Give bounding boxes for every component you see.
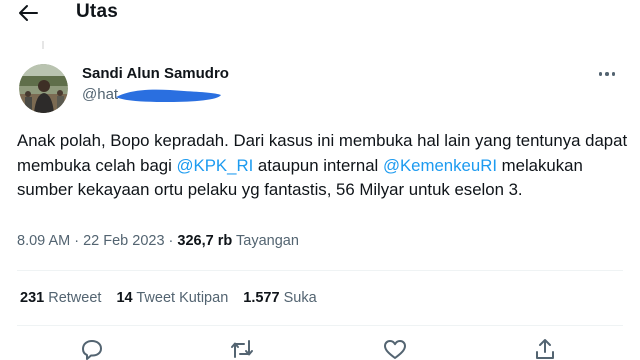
tweet-time[interactable]: 8.09 AM [17,233,70,249]
meta-separator: · [164,233,178,249]
arrow-left-icon [19,5,38,21]
reply-icon [82,340,102,360]
share-button[interactable] [532,338,558,360]
page-title: Utas [76,1,118,22]
meta-separator: · [70,233,84,249]
author-handle[interactable]: @hat [82,86,118,103]
back-button[interactable] [14,1,42,25]
quote-count: 14 [116,290,133,306]
top-bar: Utas [0,0,640,30]
views-count: 326,7 rb [177,233,233,249]
share-icon [536,339,554,359]
more-button[interactable] [595,64,619,84]
tweet-date[interactable]: 22 Feb 2023 [83,233,164,249]
like-count: 1.577 [243,290,280,306]
thread-line [42,41,44,49]
like-stat[interactable]: 1.577 Suka [243,290,316,306]
like-icon [384,340,406,359]
retweet-stat[interactable]: 231 Retweet [20,290,101,306]
quote-stat[interactable]: 14 Tweet Kutipan [116,290,228,306]
tweet-meta: 8.09 AM · 22 Feb 2023 · 326,7 rb Tayanga… [17,233,299,249]
like-button[interactable] [382,338,408,360]
author-name[interactable]: Sandi Alun Samudro [82,65,229,82]
divider [17,270,623,271]
retweet-button[interactable] [229,338,255,360]
avatar[interactable] [19,64,68,113]
more-horizontal-icon [598,72,603,76]
retweet-count: 231 [20,290,45,306]
tweet-stats: 231 Retweet 14 Tweet Kutipan 1.577 Suka [20,290,332,306]
mention-link[interactable]: @KPK_RI [177,156,254,175]
retweet-icon [231,340,253,358]
profile-photo [19,64,68,113]
mention-link[interactable]: @KemenkeuRI [383,156,497,175]
quote-label: Tweet Kutipan [136,290,229,306]
retweet-label: Retweet [48,290,102,306]
tweet-text-part: ataupun internal [253,155,383,175]
redaction-scribble [116,89,221,102]
like-label: Suka [283,290,317,306]
divider [17,325,623,326]
tweet-text: Anak polah, Bopo kepradah. Dari kasus in… [17,129,629,203]
action-bar [0,338,640,360]
views-label: Tayangan [236,233,299,249]
reply-button[interactable] [79,338,105,360]
